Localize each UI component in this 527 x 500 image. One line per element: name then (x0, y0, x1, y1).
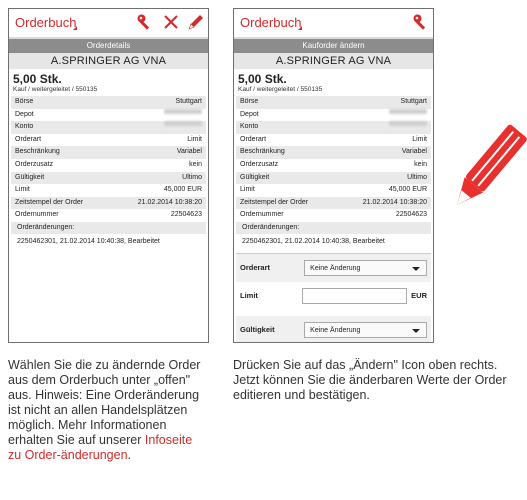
app-title-dropdown[interactable]: Orderbuch (15, 15, 76, 30)
detail-row: Ordernummer 22504623 (240, 211, 427, 219)
gueltigkeit-select[interactable]: Keine Änderung (304, 321, 427, 338)
order-subtitle: Kauf / weitergeleitet / 550135 (13, 86, 98, 93)
detail-row: Limit 45,000 EUR (15, 186, 202, 194)
orderart-label: Orderart (240, 263, 271, 273)
detail-row: Orderzusatz kein (15, 160, 202, 168)
detail-row: Börse Stuttgart (236, 96, 431, 109)
edit-pencil-icon[interactable] (187, 13, 205, 31)
company-name: A.SPRINGER AG VNA (9, 53, 208, 69)
orderart-select[interactable]: Keine Änderung (304, 259, 427, 276)
dropdown-caret-icon (73, 26, 77, 30)
order-subtitle: Kauf / weitergeleitet / 550135 (238, 86, 323, 93)
detail-row: Gültigkeit Ultimo (236, 171, 431, 185)
history-entry: 2250462301, 21.02.2014 10:40:38, Bearbei… (242, 237, 385, 245)
detail-row: Orderzusatz kein (240, 160, 427, 168)
detail-row: Konto (11, 121, 206, 134)
detail-row: Limit 45,000 EUR (240, 186, 427, 194)
edit-form: Orderart Keine Änderung Limit EUR Gültig… (236, 253, 431, 342)
order-quantity: 5,00 Stk. (13, 72, 62, 86)
company-name: A.SPRINGER AG VNA (234, 53, 433, 69)
detail-row: Beschränkung Variabel (11, 146, 206, 159)
section-title: Orderdetails (9, 39, 208, 53)
orderart-row: Orderart Keine Änderung (236, 253, 431, 282)
order-details-table: Börse Stuttgart Depot Konto Orderart Limit… (236, 96, 431, 222)
section-title: Kauforder ändern (234, 39, 433, 53)
gueltigkeit-row: Gültigkeit Keine Änderung (236, 315, 431, 342)
dropdown-caret-icon (298, 26, 302, 30)
limit-label: Limit (240, 291, 258, 301)
close-icon[interactable] (162, 13, 180, 31)
detail-row: Börse Stuttgart (11, 96, 206, 109)
history-header: Orderänderungen: (236, 221, 431, 234)
detail-row: Gültigkeit Ultimo (11, 171, 206, 185)
detail-row: Depot (236, 108, 431, 122)
detail-row: Ordernummer 22504623 (15, 211, 202, 219)
detail-row: Zeitstempel der Order 21.02.2014 10:38:20 (236, 196, 431, 210)
app-title-dropdown[interactable]: Orderbuch (240, 15, 301, 30)
right-caption: Drücken Sie auf das „Ändern" Icon oben r… (233, 358, 507, 402)
detail-row: Konto (236, 121, 431, 134)
history-entry: 2250462301, 21.02.2014 10:40:38, Bearbei… (17, 237, 160, 245)
order-details-table: Börse Stuttgart Depot Konto Orderart Limit… (11, 96, 206, 222)
order-details-screen: Orderbuch Orderdetails A.SPRINGER AG VNA… (8, 8, 209, 343)
history-header: Orderänderungen: (11, 221, 206, 234)
chevron-down-icon (412, 266, 420, 271)
app-bar: Orderbuch (9, 9, 208, 39)
detail-row: Depot (11, 108, 206, 122)
redacted-value (164, 121, 202, 127)
redacted-value (164, 108, 202, 114)
app-bar: Orderbuch (234, 9, 433, 39)
gueltigkeit-label: Gültigkeit (240, 325, 275, 335)
key-icon[interactable] (136, 13, 154, 31)
limit-row: Limit EUR (236, 282, 431, 310)
detail-row: Orderart Limit (240, 135, 427, 143)
limit-unit: EUR (411, 291, 427, 301)
chevron-down-icon (412, 328, 420, 333)
limit-input[interactable] (301, 287, 408, 304)
redacted-value (389, 108, 427, 114)
detail-row: Orderart Limit (15, 135, 202, 143)
edit-order-screen: Orderbuch Kauforder ändern A.SPRINGER AG… (233, 8, 434, 343)
detail-row: Beschränkung Variabel (236, 146, 431, 159)
detail-row: Zeitstempel der Order 21.02.2014 10:38:20 (11, 196, 206, 210)
order-quantity: 5,00 Stk. (238, 72, 287, 86)
key-icon[interactable] (412, 13, 430, 31)
redacted-value (389, 121, 427, 127)
pencil-icon (457, 124, 527, 205)
left-caption: Wählen Sie die zu ändernde Order aus dem… (8, 358, 201, 462)
